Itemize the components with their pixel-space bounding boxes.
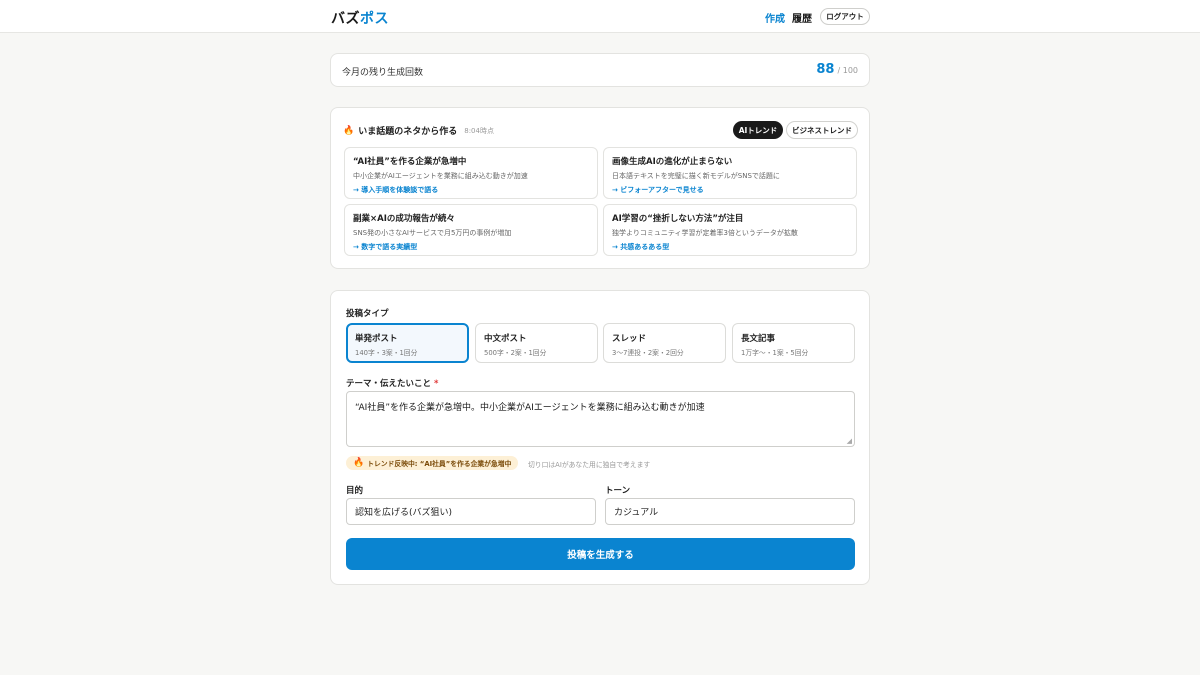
theme-textarea[interactable]: “AI社員”を作る企業が急増中。中小企業がAIエージェントを業務に組み込む動きが… [346,391,855,447]
trend-item[interactable]: AI学習の“挫折しない方法”が注目 独学よりコミュニティ学習が定着率3倍というデ… [603,204,857,256]
fire-icon: 🔥 [343,125,355,136]
trend-item-desc: 日本語テキストを完璧に描く新モデルがSNSで話題に [612,172,780,180]
trend-item-angle: → ビフォーアフターで見せる [612,186,704,194]
trend-title: いま話題のネタから作る [358,127,458,137]
post-type-name: 中文ポスト [484,334,527,344]
post-type-detail: 140字・3案・1回分 [355,349,418,357]
purpose-select[interactable]: 認知を広げる(バズ狙い) [346,498,596,525]
trend-item-desc: 独学よりコミュニティ学習が定着率3倍というデータが拡散 [612,229,798,237]
trend-item[interactable]: “AI社員”を作る企業が急増中 中小企業がAIエージェントを業務に組み込む動きが… [344,147,598,199]
theme-value: “AI社員”を作る企業が急増中。中小企業がAIエージェントを業務に組み込む動きが… [355,403,705,413]
post-type-detail: 3〜7連投・2案・2回分 [612,349,684,357]
trend-item-angle: → 導入手順を体験談で語る [353,186,439,194]
tone-label: トーン [605,486,631,496]
trend-badge-text: トレンド反映中: “AI社員”を作る企業が急増中 [367,460,512,468]
logo-part2: ポス [360,11,389,27]
post-type-thread[interactable]: スレッド 3〜7連投・2案・2回分 [603,323,726,363]
app-logo[interactable]: バズポス [331,8,389,28]
trend-applied-badge: 🔥 トレンド反映中: “AI社員”を作る企業が急増中 [346,456,519,470]
top-bar: バズポス 作成 履歴 ログアウト [0,0,1200,33]
trend-item[interactable]: 副業×AIの成功報告が続々 SNS発の小さなAIサービスで月5万円の事例が増加 … [344,204,598,256]
theme-label-text: テーマ・伝えたいこと [346,379,432,389]
post-type-single[interactable]: 単発ポスト 140字・3案・1回分 [346,323,469,363]
trend-item-angle: → 共感あるある型 [612,243,670,251]
usage-remaining: 88 [816,62,835,77]
purpose-label: 目的 [346,486,364,496]
post-type-label: 投稿タイプ [346,309,389,319]
trend-item-desc: 中小企業がAIエージェントを業務に組み込む動きが加速 [353,172,528,180]
logout-button[interactable]: ログアウト [820,8,870,25]
theme-label: テーマ・伝えたいこと * [346,377,438,389]
tab-business-trend[interactable]: ビジネストレンド [786,121,858,139]
post-type-article[interactable]: 長文記事 1万字〜・1案・5回分 [732,323,855,363]
post-type-name: スレッド [612,334,647,344]
trend-item-title: AI学習の“挫折しない方法”が注目 [612,214,744,224]
nav-create[interactable]: 作成 [765,10,785,25]
post-form-card: 投稿タイプ 単発ポスト 140字・3案・1回分 中文ポスト 500字・2案・1回… [330,290,870,585]
trend-note: 切り口はAIがあなた用に独自で考えます [528,461,651,469]
usage-label: 今月の残り生成回数 [342,68,424,78]
trend-item[interactable]: 画像生成AIの進化が止まらない 日本語テキストを完璧に描く新モデルがSNSで話題… [603,147,857,199]
required-mark: * [433,379,439,389]
trend-item-angle: → 数字で語る実績型 [353,243,418,251]
post-type-detail: 500字・2案・1回分 [484,349,547,357]
trend-time: 8:04時点 [464,126,494,135]
usage-count: 88 / 100 [816,62,858,77]
nav-history[interactable]: 履歴 [792,10,812,25]
tone-value: カジュアル [614,508,659,518]
trend-card: 🔥 いま話題のネタから作る 8:04時点 AIトレンド ビジネストレンド “AI… [330,107,870,269]
tone-select[interactable]: カジュアル [605,498,855,525]
post-type-detail: 1万字〜・1案・5回分 [741,349,809,357]
usage-card: 今月の残り生成回数 88 / 100 [330,53,870,87]
purpose-value: 認知を広げる(バズ狙い) [355,508,453,518]
trend-item-desc: SNS発の小さなAIサービスで月5万円の事例が増加 [353,229,512,237]
fire-icon: 🔥 [353,458,365,468]
trend-item-title: 画像生成AIの進化が止まらない [612,157,733,167]
post-type-medium[interactable]: 中文ポスト 500字・2案・1回分 [475,323,598,363]
logo-part1: バズ [331,11,360,27]
resize-handle-icon[interactable]: ◢ [847,437,852,445]
post-type-name: 長文記事 [741,334,776,344]
trend-item-title: 副業×AIの成功報告が続々 [353,214,455,224]
post-type-name: 単発ポスト [355,334,398,344]
trend-item-title: “AI社員”を作る企業が急増中 [353,157,467,167]
tab-ai-trend[interactable]: AIトレンド [733,121,783,139]
trend-header: 🔥 いま話題のネタから作る 8:04時点 [343,124,494,138]
usage-max: / 100 [837,66,858,75]
generate-post-button[interactable]: 投稿を生成する [346,538,855,570]
